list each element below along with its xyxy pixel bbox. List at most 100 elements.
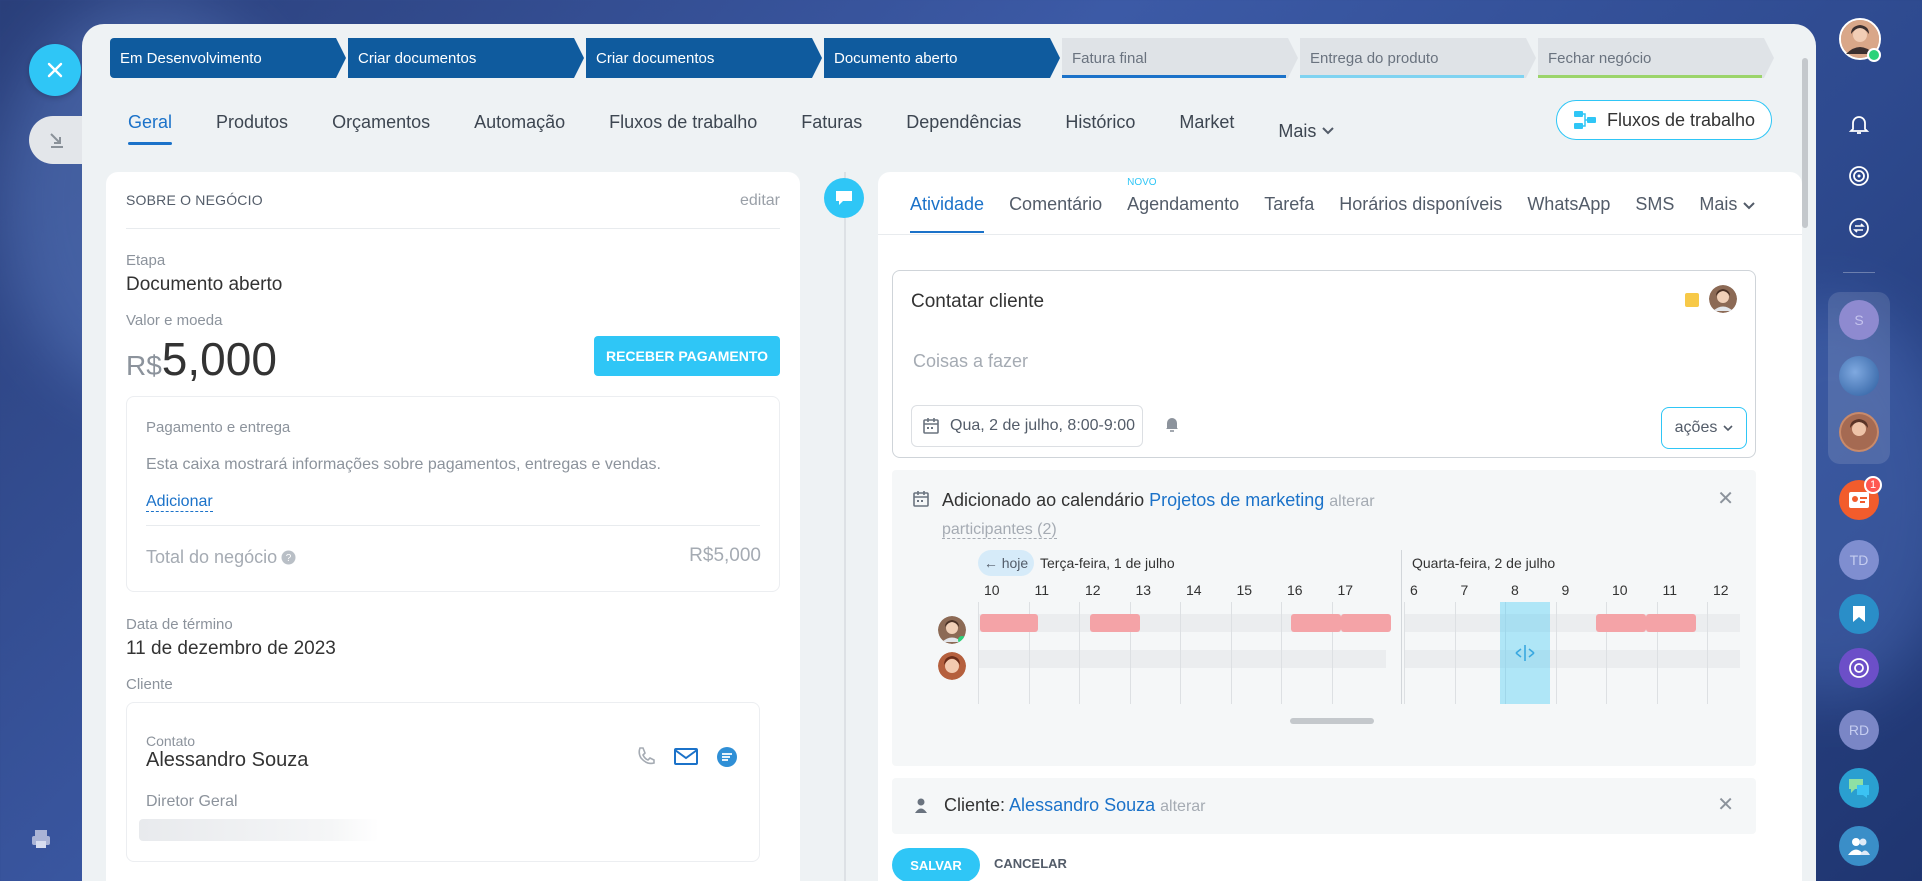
calendar-change-link[interactable]: alterar [1329,493,1374,510]
tab-automacao[interactable]: Automação [474,110,565,150]
rail-chat-avatar[interactable] [1839,412,1879,452]
rail-chat-messages[interactable] [1839,768,1879,808]
amount-value[interactable]: R$5,000 [126,332,277,386]
grid-horizontal-scrollbar[interactable] [1290,718,1374,724]
responsible-avatar[interactable] [1709,285,1737,313]
tab-produtos[interactable]: Produtos [216,110,288,150]
stage-label: Em Desenvolvimento [120,49,262,67]
tab-more-label: Mais [1278,120,1317,141]
hour-label: 12 [1713,582,1729,598]
sync-button[interactable] [1839,208,1879,248]
todo-description-input[interactable]: Coisas a fazer [913,351,1028,372]
amount-number: 5,000 [161,333,277,385]
grid-column-line [1404,602,1405,704]
rail-copilot[interactable] [1839,648,1879,688]
client-name-link[interactable]: Alessandro Souza [1009,795,1155,815]
tab-agendamento[interactable]: NOVO Agendamento [1127,177,1240,233]
participants-link[interactable]: participantes (2) [942,521,1057,539]
cancel-button[interactable]: CANCELAR [994,856,1067,871]
goals-button[interactable] [1839,156,1879,196]
deadline-button[interactable]: Qua, 2 de julho, 8:00-9:00 [911,405,1143,447]
tab-whatsapp[interactable]: WhatsApp [1527,194,1610,233]
save-button[interactable]: SALVAR [892,848,980,881]
today-button[interactable]: ← hoje [978,550,1034,576]
stage-item[interactable]: Entrega do produto [1300,38,1536,78]
workflows-button[interactable]: Fluxos de trabalho [1556,100,1772,140]
chat-icon[interactable] [715,745,739,769]
divider [878,234,1802,235]
todo-editor: Contatar cliente Coisas a fazer Qua, 2 d… [892,270,1756,458]
availability-grid: ← hoje Terça-feira, 1 de julho Quarta-fe… [978,550,1740,724]
stage-item[interactable]: Criar documentos [586,38,822,78]
rail-chat-globe[interactable] [1839,356,1879,396]
stage-bar: Em Desenvolvimento Criar documentos Cria… [110,38,1776,78]
rail-chat-rd[interactable]: RD [1839,710,1879,750]
stage-item[interactable]: Documento aberto [824,38,1060,78]
tab-atividade[interactable]: Atividade [910,194,985,233]
resize-icon[interactable] [1514,644,1536,662]
mail-icon[interactable] [673,745,699,767]
rail-bookmark[interactable] [1839,594,1879,634]
tab-sms[interactable]: SMS [1635,194,1674,233]
print-icon[interactable] [30,828,52,850]
stage-item[interactable]: Fatura final [1062,38,1298,78]
tab-more[interactable]: Mais [1278,110,1335,150]
minimize-button[interactable] [29,116,85,164]
tab-fluxos[interactable]: Fluxos de trabalho [609,110,757,150]
tab-historico[interactable]: Histórico [1065,110,1135,150]
close-button[interactable] [29,44,81,96]
client-text: Cliente: Alessandro Souza alterar [944,795,1206,816]
tab-orcamentos[interactable]: Orçamentos [332,110,430,150]
close-icon[interactable]: ✕ [1717,792,1734,817]
page-scrollbar[interactable] [1802,58,1808,228]
contact-card: Contato Alessandro Souza Diretor Geral [126,702,760,862]
tab-agendamento-label: Agendamento [1127,194,1240,214]
edit-link[interactable]: editar [740,192,780,210]
rail-group-chat[interactable] [1839,826,1879,866]
tab-horarios[interactable]: Horários disponíveis [1339,194,1502,233]
contact-name[interactable]: Alessandro Souza [146,749,308,772]
bell-icon[interactable] [1163,415,1181,433]
receive-payment-button[interactable]: RECEBER PAGAMENTO [594,336,780,376]
client-label: Cliente: [944,795,1006,815]
help-icon[interactable]: ? [281,550,296,565]
stage-item[interactable]: Em Desenvolvimento [110,38,346,78]
actions-dropdown[interactable]: ações [1661,407,1747,449]
calendar-name-link[interactable]: Projetos de marketing [1149,490,1324,510]
client-change-link[interactable]: alterar [1160,798,1205,815]
selected-time-slot[interactable] [1500,602,1550,704]
calendar-block: Adicionado ao calendário Projetos de mar… [892,470,1756,766]
tab-geral[interactable]: Geral [128,110,173,150]
close-icon[interactable]: ✕ [1717,486,1734,511]
tab-comentario[interactable]: Comentário [1009,194,1102,233]
tab-dependencias[interactable]: Dependências [906,110,1021,150]
contact-role: Diretor Geral [146,793,238,810]
tab-activity-more[interactable]: Mais [1699,194,1756,233]
rail-chat-s[interactable]: S [1839,300,1879,340]
hour-label: 12 [1085,582,1101,598]
tab-market[interactable]: Market [1179,110,1234,150]
hour-label: 17 [1337,582,1354,598]
minimize-icon [50,133,63,148]
stage-item[interactable]: Criar documentos [348,38,584,78]
tab-tarefa[interactable]: Tarefa [1264,194,1314,233]
hour-label: 10 [984,582,1000,598]
rail-chat-td[interactable]: TD [1839,540,1879,580]
phone-icon[interactable] [635,745,657,767]
stage-color-bar [1538,75,1762,78]
end-date-value[interactable]: 11 de dezembro de 2023 [126,638,336,660]
hour-label: 13 [1135,582,1152,598]
chevron-down-icon [1322,127,1335,135]
rail-divider [1843,272,1875,273]
stage-item[interactable]: Fechar negócio [1538,38,1774,78]
hour-label: 6 [1410,582,1418,598]
color-marker-icon[interactable] [1685,293,1699,307]
tab-faturas[interactable]: Faturas [801,110,862,150]
payment-description: Esta caixa mostrará informações sobre pa… [146,456,661,473]
notifications-button[interactable] [1839,104,1879,144]
grid-column-line [978,602,979,704]
hour-label: 9 [1561,582,1570,598]
stage-field-value[interactable]: Documento aberto [126,274,282,296]
add-link[interactable]: Adicionar [146,493,213,512]
todo-title[interactable]: Contatar cliente [911,291,1044,313]
